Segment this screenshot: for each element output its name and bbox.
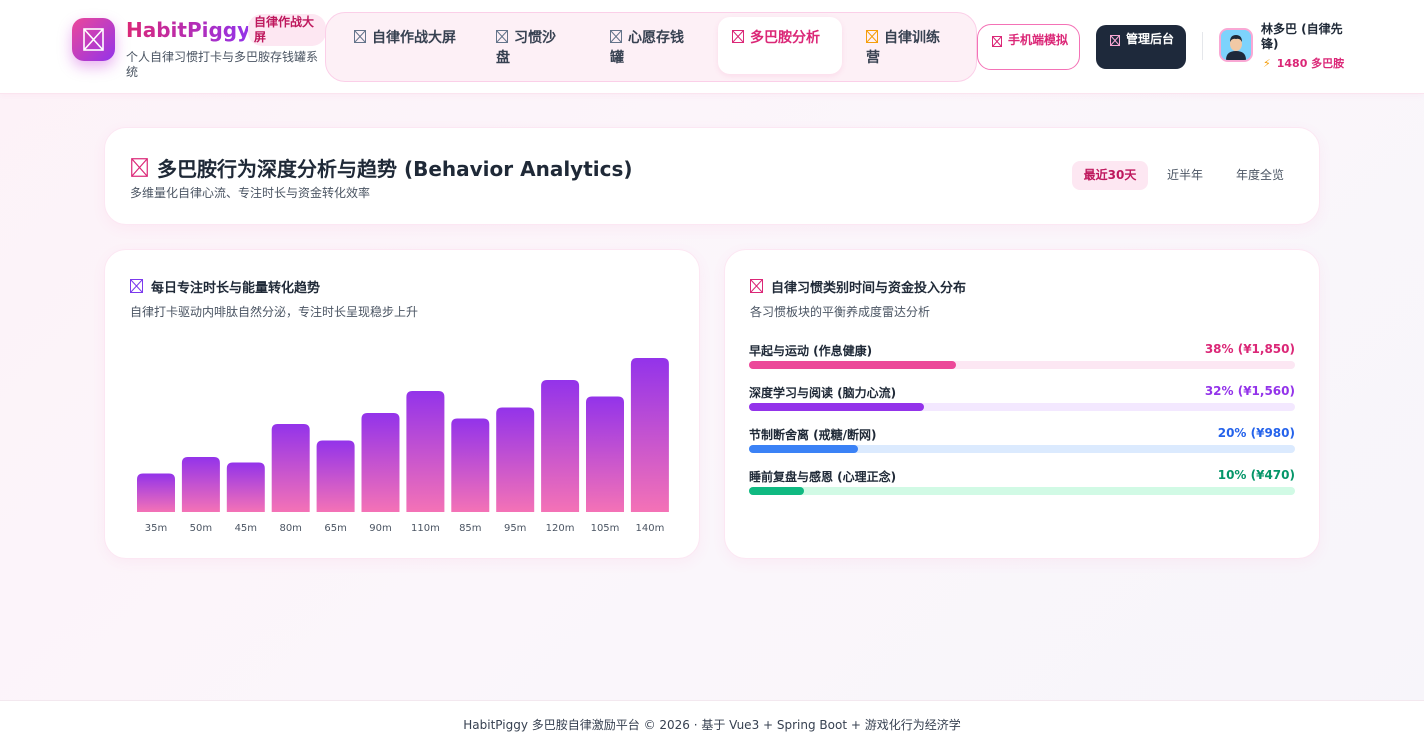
- bar-50m[interactable]: [181, 457, 220, 512]
- brand-badge: 自律作战大屏: [248, 14, 326, 46]
- nav-item-camp[interactable]: 自律训练营: [852, 17, 964, 74]
- page-title: 多巴胺行为深度分析与趋势 (Behavior Analytics): [157, 157, 633, 181]
- dist-fill: [749, 361, 957, 369]
- user-points: ⚡ 1480 多巴胺: [1263, 55, 1344, 71]
- dist-track: [749, 487, 1295, 495]
- dist-value: 38% (¥1,850): [1204, 342, 1295, 356]
- dist-row: 深度学习与阅读 (脑力心流) 32% (¥1,560): [749, 384, 1295, 424]
- bar-110m[interactable]: [406, 391, 445, 512]
- nav-item-wishlist[interactable]: 心愿存钱罐: [596, 17, 706, 74]
- bar-label: 140m: [635, 523, 664, 534]
- nav-item-habits[interactable]: 习惯沙盘: [482, 17, 574, 74]
- nav-item-dashboard[interactable]: 自律作战大屏: [340, 17, 468, 74]
- bar-120m[interactable]: [541, 380, 580, 512]
- nav-item-analytics[interactable]: 多巴胺分析: [718, 17, 842, 74]
- broken-image-icon: [750, 279, 763, 293]
- admin-label: 管理后台: [1126, 32, 1175, 46]
- bar-label: 80m: [279, 523, 301, 534]
- mobile-preview-label: 手机端模拟: [1008, 33, 1069, 47]
- top-header: HabitPiggy 自律作战大屏 个人自律习惯打卡与多巴胺存钱罐系统 自律作战…: [0, 0, 1424, 94]
- dist-value: 10% (¥470): [1217, 468, 1295, 482]
- bar-95m[interactable]: [496, 407, 535, 513]
- page-footer: HabitPiggy 多巴胺自律激励平台 © 2026 · 基于 Vue3 + …: [0, 700, 1424, 749]
- dist-row: 睡前复盘与感恩 (心理正念) 10% (¥470): [749, 468, 1295, 508]
- broken-image-icon: [354, 29, 366, 43]
- range-30-days[interactable]: 最近30天: [1072, 161, 1148, 190]
- focus-bar-chart: 35m 50m 45m 80m 65m 90m 110m 85m 95m 120m 105m 140m: [137, 358, 669, 534]
- bar-65m[interactable]: [316, 440, 355, 513]
- broken-image-icon: [131, 158, 148, 177]
- broken-image-icon: [866, 29, 878, 43]
- dist-track: [749, 445, 1295, 453]
- bar-label: 35m: [145, 523, 167, 534]
- nav-item-label: 多巴胺分析: [750, 30, 820, 46]
- bar-label: 120m: [546, 523, 575, 534]
- mobile-preview-button[interactable]: 手机端模拟: [977, 24, 1080, 70]
- bar-label: 50m: [190, 523, 212, 534]
- focus-trend-card: 每日专注时长与能量转化趋势 自律打卡驱动内啡肽自然分泌，专注时长呈现稳步上升 3…: [104, 249, 700, 559]
- page-title-card: 多巴胺行为深度分析与趋势 (Behavior Analytics) 多维量化自律…: [104, 127, 1320, 225]
- dist-value: 20% (¥980): [1217, 426, 1295, 440]
- dist-track: [749, 403, 1295, 411]
- bar-label: 95m: [504, 523, 526, 534]
- user-points-value: 1480 多巴胺: [1276, 57, 1345, 70]
- bolt-icon: ⚡: [1263, 57, 1271, 70]
- bar-140m[interactable]: [630, 358, 669, 512]
- nav-item-label: 自律作战大屏: [372, 30, 456, 46]
- broken-image-icon: [732, 29, 744, 43]
- header-divider: [1202, 32, 1203, 60]
- dist-fill: [749, 403, 924, 411]
- logo-icon[interactable]: [72, 18, 115, 61]
- brand-subtitle: 个人自律习惯打卡与多巴胺存钱罐系统: [126, 50, 319, 79]
- admin-button[interactable]: 管理后台: [1096, 25, 1186, 69]
- dist-row: 早起与运动 (作息健康) 38% (¥1,850): [749, 342, 1295, 382]
- brand-name[interactable]: HabitPiggy: [126, 18, 250, 42]
- main-nav: 自律作战大屏 习惯沙盘 心愿存钱罐 多巴胺分析 自律训练营: [325, 12, 977, 82]
- bar-90m[interactable]: [361, 413, 400, 512]
- dist-track: [749, 361, 1295, 369]
- range-half-year[interactable]: 近半年: [1154, 161, 1216, 190]
- dist-label: 节制断舍离 (戒糖/断网): [749, 428, 877, 442]
- dist-fill: [749, 487, 804, 495]
- dist-card-subtitle: 各习惯板块的平衡养成度雷达分析: [750, 305, 931, 319]
- dist-value: 32% (¥1,560): [1204, 384, 1295, 398]
- bar-85m[interactable]: [451, 418, 490, 513]
- bar-label: 90m: [369, 523, 391, 534]
- bar-105m[interactable]: [586, 396, 624, 513]
- bar-80m[interactable]: [271, 424, 310, 512]
- dist-label: 早起与运动 (作息健康): [749, 344, 873, 358]
- broken-image-icon: [992, 35, 1002, 47]
- page-subtitle: 多维量化自律心流、专注时长与资金转化效率: [130, 186, 371, 200]
- bar-label: 65m: [324, 523, 346, 534]
- bar-label: 105m: [591, 523, 620, 534]
- bar-label: 85m: [459, 523, 481, 534]
- bar-45m[interactable]: [226, 462, 265, 513]
- avatar[interactable]: [1219, 28, 1253, 62]
- dist-label: 深度学习与阅读 (脑力心流): [749, 386, 897, 400]
- dist-fill: [749, 445, 859, 453]
- bar-label: 110m: [411, 523, 440, 534]
- footer-text: HabitPiggy 多巴胺自律激励平台 © 2026 · 基于 Vue3 + …: [463, 718, 961, 732]
- bar-35m[interactable]: [137, 473, 175, 513]
- broken-image-icon: [610, 29, 622, 43]
- user-name: 林多巴 (自律先锋): [1261, 22, 1343, 51]
- broken-image-icon: [1110, 34, 1120, 46]
- bar-label: 45m: [235, 523, 257, 534]
- dist-label: 睡前复盘与感恩 (心理正念): [749, 470, 897, 484]
- dist-row: 节制断舍离 (戒糖/断网) 20% (¥980): [749, 426, 1295, 466]
- broken-image-icon: [496, 29, 508, 43]
- dist-card-title: 自律习惯类别时间与资金投入分布: [771, 281, 967, 296]
- range-full-year[interactable]: 年度全览: [1224, 161, 1296, 190]
- habit-distribution-card: 自律习惯类别时间与资金投入分布 各习惯板块的平衡养成度雷达分析 早起与运动 (作…: [724, 249, 1320, 559]
